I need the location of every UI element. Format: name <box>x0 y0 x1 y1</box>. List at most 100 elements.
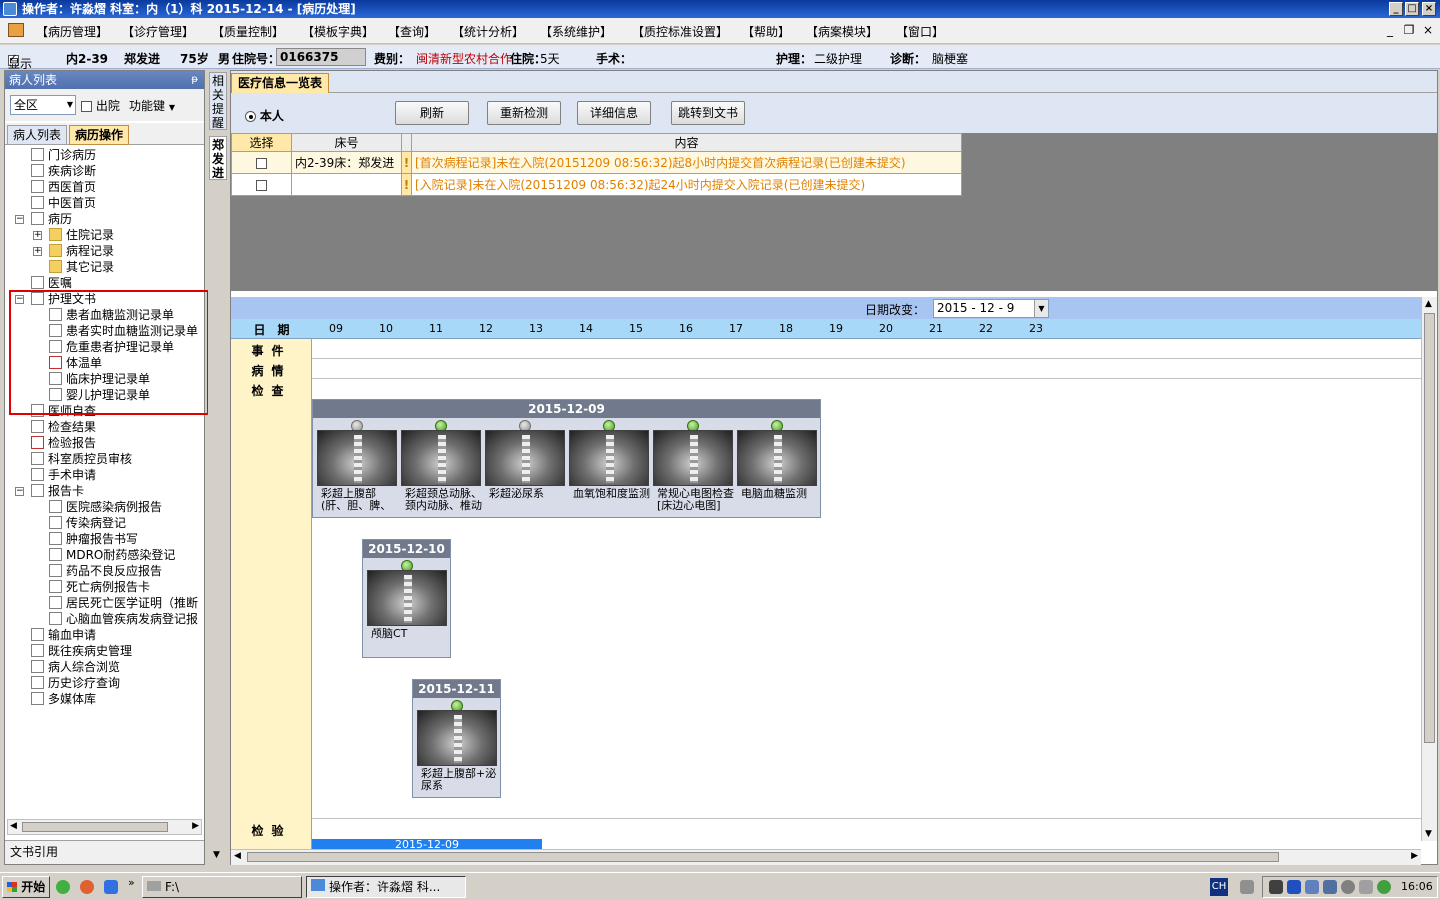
date-picker[interactable]: 2015 - 12 - 9 ▼ <box>933 299 1049 318</box>
quicklaunch-icon[interactable] <box>80 880 94 894</box>
minimize-button[interactable]: _ <box>1389 2 1403 16</box>
quicklaunch-icon[interactable] <box>104 880 118 894</box>
function-key-menu[interactable]: 功能键 ▼ <box>129 97 175 114</box>
table-row[interactable]: 内2-39床：郑发进 ! [首次病程记录]未在入院(20151209 08:56… <box>231 151 962 174</box>
discharge-toggle[interactable]: 出院 <box>81 97 120 114</box>
menu-item-9[interactable]: 【病案模块】 <box>806 23 878 40</box>
volume-icon[interactable] <box>1341 880 1355 894</box>
tree-item[interactable]: 婴儿护理记录单 <box>49 387 150 403</box>
tab-related-reminder[interactable]: 相关提醒 <box>209 72 227 130</box>
tree-item[interactable]: 死亡病例报告卡 <box>49 579 150 595</box>
tree-item[interactable]: 药品不良反应报告 <box>49 563 162 579</box>
table-row[interactable]: ! [入院记录]未在入院(20151209 08:56:32)起24小时内提交入… <box>231 173 962 196</box>
maximize-button[interactable]: □ <box>1405 2 1419 16</box>
scroll-left-icon[interactable]: ◀ <box>10 821 17 831</box>
exam-thumbnail[interactable]: 彩超泌尿系 <box>485 420 565 516</box>
collapse-icon[interactable]: − <box>15 295 24 304</box>
tree-item[interactable]: 中医首页 <box>31 195 96 211</box>
tree-item[interactable]: 手术申请 <box>31 467 96 483</box>
expand-icon[interactable]: + <box>33 247 42 256</box>
tree-item[interactable]: 检验报告 <box>31 435 96 451</box>
scroll-thumb[interactable] <box>247 852 1279 862</box>
menu-item-2[interactable]: 【质量控制】 <box>212 23 284 40</box>
menu-item-10[interactable]: 【窗口】 <box>896 23 944 40</box>
tree-item[interactable]: 居民死亡医学证明（推断 <box>49 595 198 611</box>
tree-item[interactable]: 护理文书 <box>31 291 96 307</box>
tree-item[interactable]: MDRO耐药感染登记 <box>49 547 175 563</box>
tool-icon[interactable] <box>1359 880 1373 894</box>
chevron-down-icon[interactable]: ▼ <box>213 850 220 860</box>
update-icon[interactable] <box>1377 880 1391 894</box>
monitor-icon[interactable] <box>1305 880 1319 894</box>
tree-item[interactable]: 临床护理记录单 <box>49 371 150 387</box>
tree-item[interactable]: 心脑血管疾病发病登记报 <box>49 611 198 627</box>
pin-icon[interactable]: ᵽ <box>191 71 198 89</box>
tree-item[interactable]: 检查结果 <box>31 419 96 435</box>
row-checkbox[interactable] <box>256 179 267 191</box>
task-explorer[interactable]: F:\ <box>142 876 302 898</box>
scroll-thumb[interactable] <box>1424 313 1435 743</box>
tab-patient[interactable]: 郑发进 <box>209 136 227 180</box>
menu-item-7[interactable]: 【质控标准设置】 <box>632 23 728 40</box>
tree-item[interactable]: 肿瘤报告书写 <box>49 531 138 547</box>
exam-thumbnail[interactable]: 血氧饱和度监测 <box>569 420 650 516</box>
tree-item[interactable]: 危重患者护理记录单 <box>49 339 174 355</box>
quicklaunch-icon[interactable] <box>56 880 70 894</box>
menu-item-0[interactable]: 【病历管理】 <box>36 23 108 40</box>
ime-indicator[interactable]: CH <box>1210 878 1228 896</box>
document-reference[interactable]: 文书引用 <box>5 840 204 864</box>
network-icon[interactable] <box>1240 880 1254 894</box>
tab-record-operation[interactable]: 病历操作 <box>69 125 130 145</box>
self-radio[interactable]: 本人 <box>245 107 284 124</box>
region-select[interactable]: 全区 ▼ <box>10 95 76 115</box>
tree-item[interactable]: 医师自查 <box>31 403 96 419</box>
tree-item[interactable]: 输血申请 <box>31 627 96 643</box>
close-button[interactable]: × <box>1422 2 1436 16</box>
tree-item[interactable]: 西医首页 <box>31 179 96 195</box>
radio-button[interactable] <box>245 111 256 122</box>
scroll-up-icon[interactable]: ▲ <box>1425 299 1432 309</box>
tree-item[interactable]: 科室质控员审核 <box>31 451 132 467</box>
monitor-icon[interactable] <box>1323 880 1337 894</box>
start-button[interactable]: 开始 <box>2 876 50 898</box>
chevron-down-icon[interactable]: ▼ <box>1034 300 1048 317</box>
qq-icon[interactable] <box>1269 880 1283 894</box>
mdi-restore-icon[interactable]: ❐ <box>1402 23 1416 37</box>
tree-item[interactable]: 疾病诊断 <box>31 163 96 179</box>
tree-item[interactable]: 住院记录 <box>49 227 114 243</box>
tree-item[interactable]: 病程记录 <box>49 243 114 259</box>
tree-item[interactable]: 多媒体库 <box>31 691 96 707</box>
tree-item[interactable]: 体温单 <box>49 355 102 371</box>
row-checkbox-cell[interactable] <box>231 151 292 174</box>
shield-icon[interactable] <box>1287 880 1301 894</box>
goto-document-button[interactable]: 跳转到文书 <box>671 101 745 125</box>
scroll-right-icon[interactable]: ▶ <box>1411 851 1418 861</box>
scroll-down-icon[interactable]: ▼ <box>1425 829 1432 839</box>
refresh-button[interactable]: 刷新 <box>395 101 469 125</box>
admission-number-field[interactable]: 0166375 <box>276 48 366 66</box>
menu-item-8[interactable]: 【帮助】 <box>742 23 790 40</box>
collapse-icon[interactable]: − <box>15 215 24 224</box>
collapse-icon[interactable]: − <box>15 487 24 496</box>
menu-item-5[interactable]: 【统计分析】 <box>452 23 524 40</box>
scroll-right-icon[interactable]: ▶ <box>192 821 199 831</box>
scroll-left-icon[interactable]: ◀ <box>234 851 241 861</box>
expand-icon[interactable]: + <box>33 231 42 240</box>
tree-item[interactable]: 医嘱 <box>31 275 72 291</box>
details-button[interactable]: 详细信息 <box>577 101 651 125</box>
tree-item[interactable]: 医院感染病例报告 <box>49 499 162 515</box>
main-vertical-scrollbar[interactable]: ▲ ▼ <box>1421 297 1437 841</box>
tree-item[interactable]: 既往疾病史管理 <box>31 643 132 659</box>
scroll-thumb[interactable] <box>22 822 168 832</box>
tree-item[interactable]: 患者血糖监测记录单 <box>49 307 174 323</box>
tree-item[interactable]: 病人综合浏览 <box>31 659 120 675</box>
tree-item[interactable]: 病历 <box>31 211 72 227</box>
tree-item[interactable]: 患者实时血糖监测记录单 <box>49 323 198 339</box>
more-icon[interactable]: » <box>128 876 135 889</box>
main-horizontal-scrollbar[interactable]: ◀ ▶ <box>231 849 1421 865</box>
tree-item[interactable]: 历史诊疗查询 <box>31 675 120 691</box>
discharge-checkbox[interactable] <box>81 101 92 112</box>
exam-thumbnail[interactable]: 彩超上腹部+泌尿系 <box>417 700 497 796</box>
tree-item[interactable]: 其它记录 <box>49 259 114 275</box>
menu-item-3[interactable]: 【模板字典】 <box>302 23 374 40</box>
